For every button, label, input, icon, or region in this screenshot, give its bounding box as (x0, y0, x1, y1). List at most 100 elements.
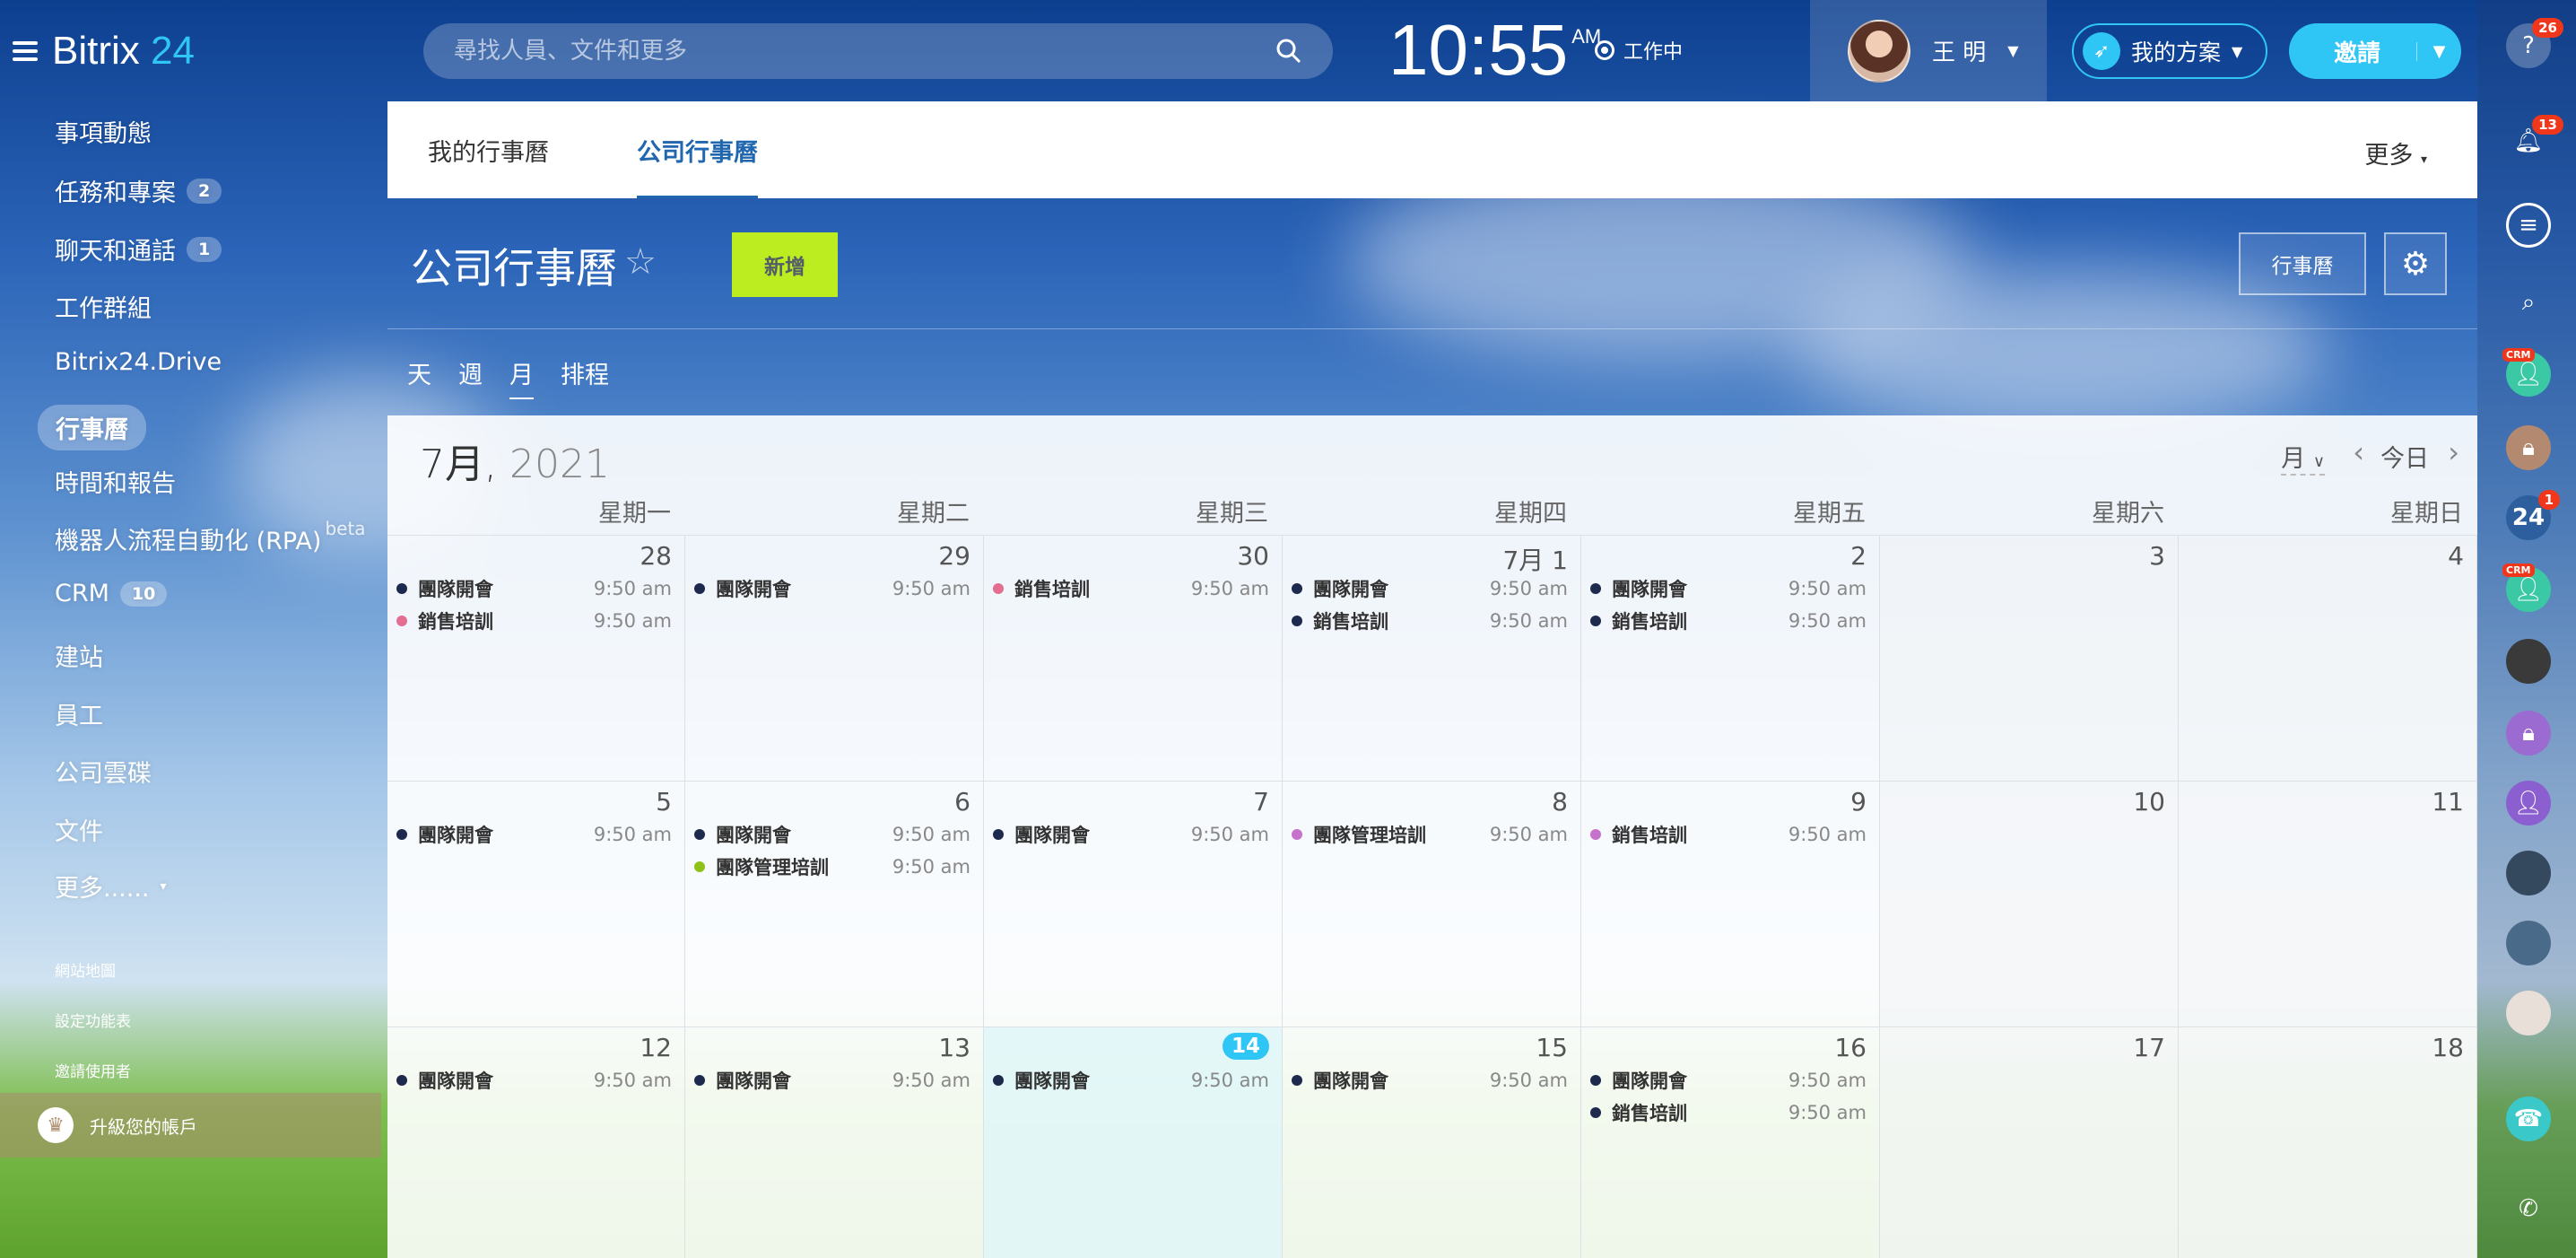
day-cell[interactable]: 3 (1880, 535, 2179, 781)
group-avatar[interactable] (2506, 991, 2551, 1035)
calendar-event[interactable]: 團隊開會 9:50 am (694, 1067, 970, 1094)
day-cell[interactable]: 29 團隊開會 9:50 am (685, 535, 984, 781)
chevron-down-icon[interactable]: ▼ (2416, 41, 2461, 61)
more-menu[interactable]: 更多 ▾ (2364, 135, 2427, 170)
tab-company-calendar[interactable]: 公司行事曆 (637, 101, 758, 198)
calendar-event[interactable]: 銷售培訓 9:50 am (396, 607, 672, 634)
sidebar-item[interactable]: 機器人流程自動化 (RPA) beta (55, 518, 373, 556)
calendar-event[interactable]: 團隊開會 9:50 am (1590, 1067, 1867, 1094)
day-cell[interactable]: 5 團隊開會 9:50 am (387, 781, 685, 1026)
view-week[interactable]: 週 (458, 355, 483, 399)
user-avatar[interactable] (2506, 639, 2551, 684)
sidebar-item[interactable]: 公司雲碟 (55, 754, 152, 789)
day-cell[interactable]: 13 團隊開會 9:50 am (685, 1026, 984, 1258)
sidebar-item[interactable]: 行事曆 (38, 405, 146, 450)
day-cell[interactable]: 6 團隊開會 9:50 am 團隊管理培訓 9:50 am (685, 781, 984, 1026)
sidebar-item[interactable]: 文件 (55, 812, 103, 847)
sidebar-item[interactable]: 建站 (55, 638, 103, 673)
day-cell[interactable]: 18 (2179, 1026, 2477, 1258)
day-cell[interactable]: 8 團隊管理培訓 9:50 am (1283, 781, 1581, 1026)
sidebar-item[interactable]: Bitrix24.Drive (55, 348, 222, 376)
chevron-left-icon[interactable]: ‹ (2353, 435, 2364, 469)
event-title: 團隊開會 (716, 579, 791, 600)
calendar-event[interactable]: 團隊開會 9:50 am (396, 575, 672, 602)
day-cell[interactable]: 28 團隊開會 9:50 am 銷售培訓 9:50 am (387, 535, 685, 781)
logo[interactable]: Bitrix 24 (52, 29, 195, 74)
sidebar-item[interactable]: 員工 (55, 696, 103, 731)
menu-settings-link[interactable]: 設定功能表 (55, 1009, 131, 1031)
calendar-event[interactable]: 團隊開會 9:50 am (1292, 575, 1568, 602)
view-schedule[interactable]: 排程 (561, 355, 609, 399)
user-avatar[interactable] (2506, 851, 2551, 895)
calendar-event[interactable]: 團隊開會 9:50 am (1292, 1067, 1568, 1094)
invite-users-link[interactable]: 邀請使用者 (55, 1059, 131, 1081)
calendar-event[interactable]: 團隊開會 9:50 am (993, 821, 1269, 848)
search-icon[interactable]: ⌕ (2506, 280, 2551, 325)
day-cell[interactable]: 2 團隊開會 9:50 am 銷售培訓 9:50 am (1581, 535, 1880, 781)
day-cell[interactable]: 7月 1 團隊開會 9:50 am 銷售培訓 9:50 am (1283, 535, 1581, 781)
view-mode-select[interactable]: 月 ∨ (2281, 439, 2325, 476)
day-cell[interactable]: 17 (1880, 1026, 2179, 1258)
sidebar-item[interactable]: 工作群組 (55, 289, 152, 324)
calendar-event[interactable]: 銷售培訓 9:50 am (1590, 1099, 1867, 1126)
sidebar-item[interactable]: 聊天和通話 1 (55, 232, 222, 266)
user-avatar[interactable] (2506, 921, 2551, 965)
calendar-event[interactable]: 團隊管理培訓 9:50 am (1292, 821, 1568, 848)
upgrade-account-button[interactable]: ♛ 升級您的帳戶 (0, 1093, 381, 1158)
user-icon[interactable]: 👤︎ (2506, 781, 2551, 826)
day-cell[interactable]: 7 團隊開會 9:50 am (984, 781, 1283, 1026)
sidebar-item[interactable]: CRM 10 (55, 580, 168, 607)
calendar-event[interactable]: 團隊管理培訓 9:50 am (694, 853, 970, 880)
chevron-right-icon[interactable]: › (2448, 435, 2459, 469)
calendar-event[interactable]: 銷售培訓 9:50 am (993, 575, 1269, 602)
help-icon[interactable]: ? 26 (2506, 18, 2563, 68)
calendar-event[interactable]: 團隊開會 9:50 am (1590, 575, 1867, 602)
calendar-event[interactable]: 銷售培訓 9:50 am (1292, 607, 1568, 634)
crm-contact-icon[interactable]: 👤︎ CRM (2502, 348, 2551, 397)
lock-icon[interactable]: 🔒︎ (2506, 711, 2551, 756)
day-cell[interactable]: 12 團隊開會 9:50 am (387, 1026, 685, 1258)
tab-my-calendar[interactable]: 我的行事曆 (428, 101, 549, 198)
calendar-event[interactable]: 團隊開會 9:50 am (396, 1067, 672, 1094)
sitemap-link[interactable]: 網站地圖 (55, 958, 116, 981)
bell-icon[interactable]: 🔔︎ 13 (2506, 115, 2563, 163)
invite-button[interactable]: 邀請 ▼ (2289, 23, 2461, 79)
calendar-event[interactable]: 團隊開會 9:50 am (694, 821, 970, 848)
today-button[interactable]: 今日 (2380, 439, 2429, 474)
calendar-event[interactable]: 團隊開會 9:50 am (396, 821, 672, 848)
calendar-button[interactable]: 行事曆 (2239, 232, 2366, 295)
day-cell[interactable]: 4 (2179, 535, 2477, 781)
calendar-event[interactable]: 銷售培訓 9:50 am (1590, 821, 1867, 848)
crm-contact-icon[interactable]: 👤︎ CRM (2502, 563, 2551, 612)
add-button[interactable]: 新增 (732, 232, 838, 297)
sidebar-item[interactable]: 任務和專案 2 (55, 173, 222, 208)
chat-icon[interactable]: ≡ (2506, 203, 2551, 248)
sidebar-item[interactable]: 更多...... ▾ (55, 869, 167, 904)
sidebar-item[interactable]: 時間和報告 (55, 464, 176, 499)
day-cell[interactable]: 10 (1880, 781, 2179, 1026)
search-icon[interactable] (1275, 38, 1302, 65)
day-cell[interactable]: 14 團隊開會 9:50 am (984, 1026, 1283, 1258)
menu-toggle-icon[interactable] (13, 41, 38, 61)
gear-icon[interactable]: ⚙ (2384, 232, 2447, 295)
day-cell[interactable]: 9 銷售培訓 9:50 am (1581, 781, 1880, 1026)
lock-icon[interactable]: 🔒︎ (2506, 425, 2551, 470)
day-cell[interactable]: 16 團隊開會 9:50 am 銷售培訓 9:50 am (1581, 1026, 1880, 1258)
my-plan-button[interactable]: ➶ 我的方案 ▼ (2072, 23, 2267, 79)
bitrix24-icon[interactable]: 24 1 (2506, 490, 2560, 540)
view-day[interactable]: 天 (407, 355, 431, 399)
view-month[interactable]: 月 (509, 355, 534, 399)
calendar-event[interactable]: 團隊開會 9:50 am (694, 575, 970, 602)
sidebar-item[interactable]: 事項動態 (55, 114, 152, 149)
work-status[interactable]: 工作中 (1595, 36, 1683, 65)
search-input[interactable] (454, 38, 1275, 65)
user-menu[interactable]: 王 明 ▼ (1810, 0, 2047, 101)
calendar-event[interactable]: 團隊開會 9:50 am (993, 1067, 1269, 1094)
day-cell[interactable]: 11 (2179, 781, 2477, 1026)
star-icon[interactable]: ☆ (624, 241, 657, 283)
phone-book-icon[interactable]: ☎ (2506, 1096, 2551, 1141)
phone-icon[interactable]: ✆ (2506, 1186, 2551, 1231)
day-cell[interactable]: 15 團隊開會 9:50 am (1283, 1026, 1581, 1258)
calendar-event[interactable]: 銷售培訓 9:50 am (1590, 607, 1867, 634)
day-cell[interactable]: 30 銷售培訓 9:50 am (984, 535, 1283, 781)
